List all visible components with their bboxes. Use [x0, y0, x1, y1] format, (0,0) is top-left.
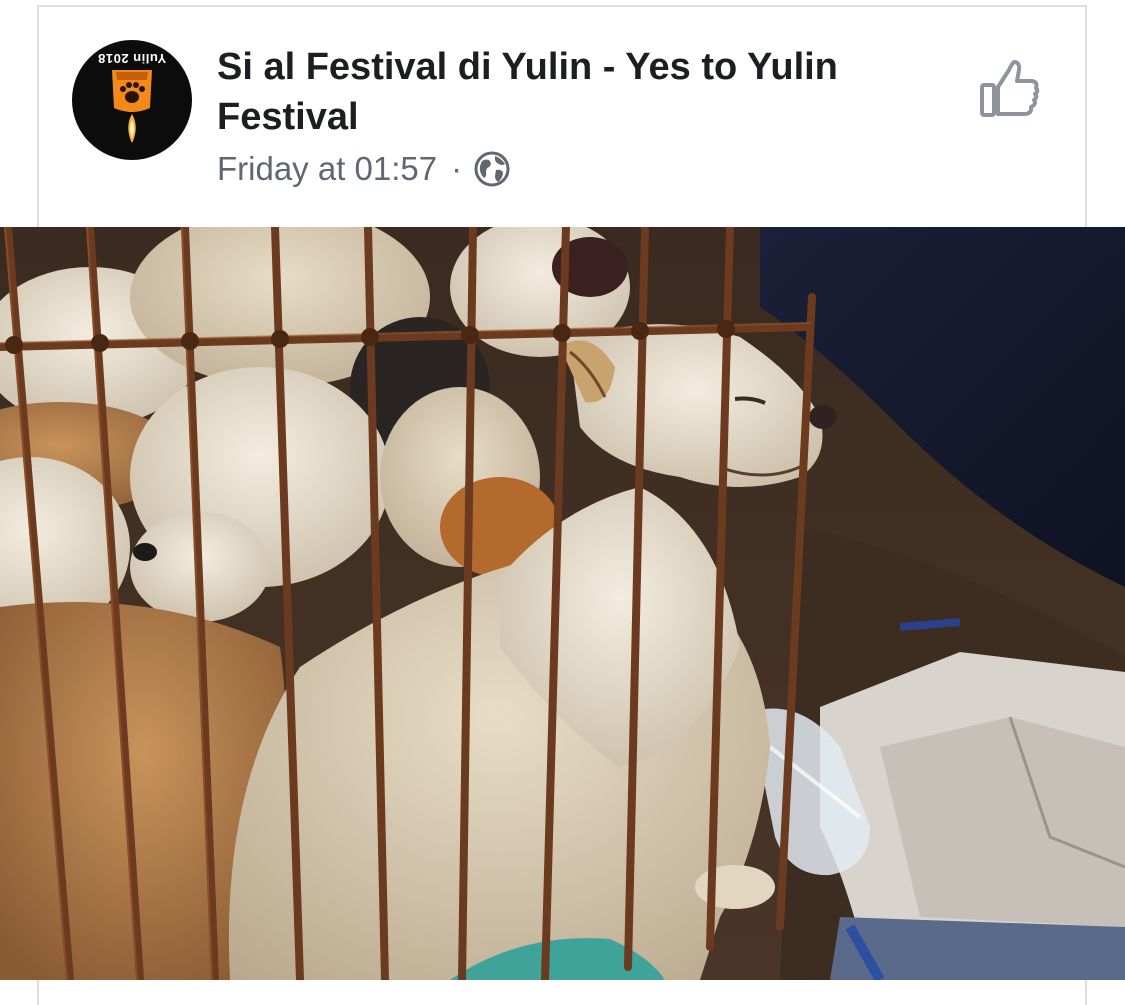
post-meta: Friday at 01:57 · [217, 146, 510, 192]
meta-separator: · [451, 150, 463, 187]
page-avatar[interactable]: Yulin 2018 [72, 40, 192, 160]
post-card-footer [37, 980, 1087, 1005]
thumbs-up-icon [980, 60, 1040, 117]
like-button[interactable] [976, 56, 1042, 122]
facebook-post: Yulin 2018 Si al Festival di Yulin - Yes… [0, 0, 1125, 1005]
post-timestamp[interactable]: Friday at 01:57 [217, 150, 437, 188]
globe-icon[interactable] [474, 151, 510, 187]
caged-dogs-photo [0, 227, 1125, 980]
lantern-logo-icon [112, 70, 152, 143]
post-photo[interactable] [0, 227, 1125, 980]
page-name-link[interactable]: Si al Festival di Yulin - Yes to Yulin F… [217, 42, 937, 142]
